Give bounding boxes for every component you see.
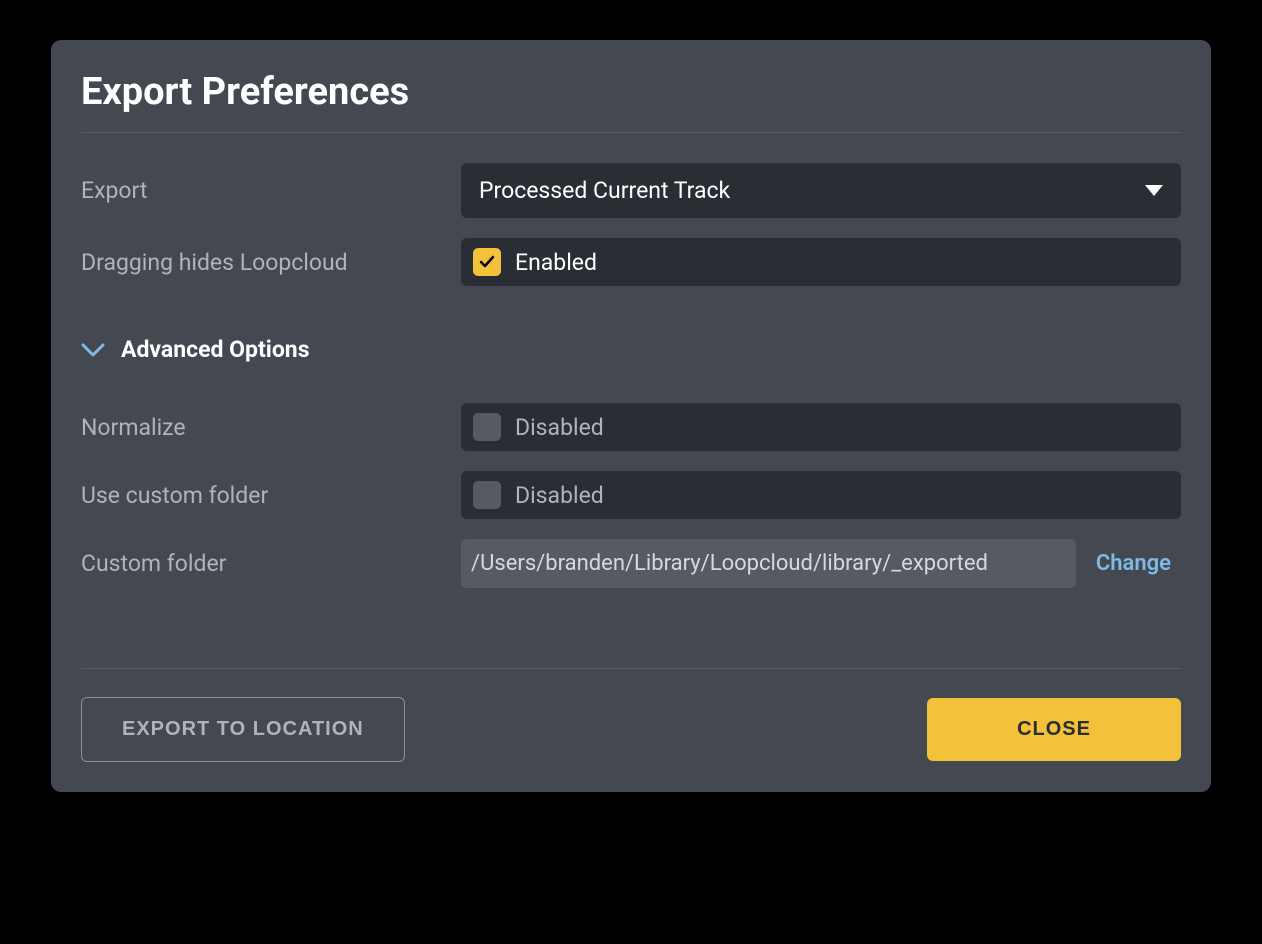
export-preferences-dialog: Export Preferences Export Processed Curr… bbox=[51, 40, 1211, 792]
dialog-footer: EXPORT TO LOCATION CLOSE bbox=[81, 668, 1181, 762]
close-button[interactable]: CLOSE bbox=[927, 698, 1181, 761]
export-select-value: Processed Current Track bbox=[479, 177, 730, 204]
normalize-row: Normalize Disabled bbox=[81, 403, 1181, 451]
divider bbox=[81, 132, 1181, 133]
advanced-options-title: Advanced Options bbox=[121, 336, 310, 363]
check-icon bbox=[479, 254, 495, 270]
use-custom-folder-checkbox-container: Disabled bbox=[461, 471, 1181, 519]
export-to-location-button[interactable]: EXPORT TO LOCATION bbox=[81, 697, 405, 762]
use-custom-folder-row: Use custom folder Disabled bbox=[81, 471, 1181, 519]
use-custom-folder-status: Disabled bbox=[515, 482, 604, 509]
export-label: Export bbox=[81, 177, 461, 204]
export-row: Export Processed Current Track bbox=[81, 163, 1181, 218]
custom-folder-path[interactable]: /Users/branden/Library/Loopcloud/library… bbox=[461, 539, 1076, 588]
dragging-label: Dragging hides Loopcloud bbox=[81, 249, 461, 276]
normalize-status: Disabled bbox=[515, 414, 604, 441]
custom-folder-label: Custom folder bbox=[81, 550, 461, 577]
use-custom-folder-label: Use custom folder bbox=[81, 482, 461, 509]
dialog-title: Export Preferences bbox=[81, 70, 1181, 114]
use-custom-folder-checkbox[interactable] bbox=[473, 481, 501, 509]
normalize-checkbox[interactable] bbox=[473, 413, 501, 441]
dragging-checkbox-container: Enabled bbox=[461, 238, 1181, 286]
normalize-checkbox-container: Disabled bbox=[461, 403, 1181, 451]
change-folder-link[interactable]: Change bbox=[1096, 551, 1181, 576]
advanced-options-toggle[interactable]: Advanced Options bbox=[81, 336, 1181, 363]
dragging-checkbox[interactable] bbox=[473, 248, 501, 276]
dragging-status: Enabled bbox=[515, 249, 597, 276]
dragging-row: Dragging hides Loopcloud Enabled bbox=[81, 238, 1181, 286]
normalize-label: Normalize bbox=[81, 414, 461, 441]
export-select[interactable]: Processed Current Track bbox=[461, 163, 1181, 218]
chevron-down-icon bbox=[1145, 185, 1163, 196]
chevron-down-icon bbox=[81, 343, 105, 357]
custom-folder-row: Custom folder /Users/branden/Library/Loo… bbox=[81, 539, 1181, 588]
